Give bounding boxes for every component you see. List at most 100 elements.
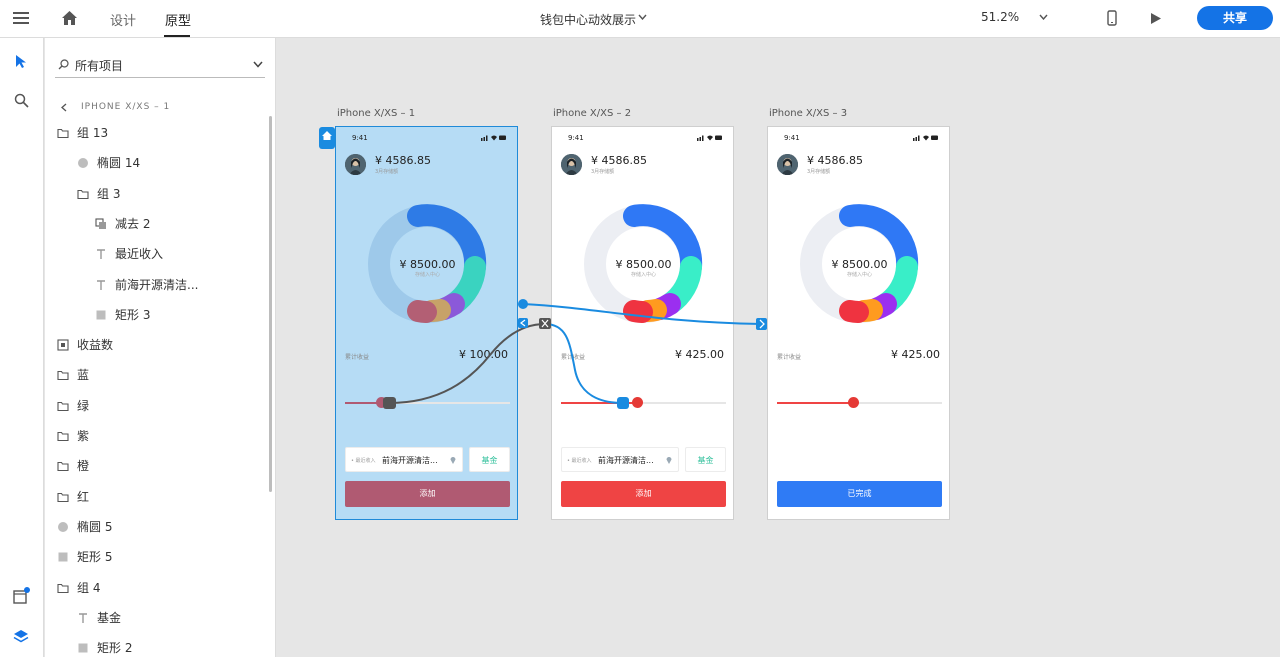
home-flag-icon xyxy=(322,131,332,140)
folder-icon xyxy=(57,128,69,139)
wire-handle-start[interactable] xyxy=(518,299,528,309)
layer-item[interactable]: 矩形 2 xyxy=(77,639,132,657)
ellipse-icon xyxy=(78,158,88,169)
slider-knob[interactable] xyxy=(376,397,387,408)
wire-handle-gray[interactable] xyxy=(539,318,551,329)
slider-knob[interactable] xyxy=(632,397,643,408)
layer-item-label: 蓝 xyxy=(77,368,90,383)
avatar[interactable] xyxy=(777,154,798,175)
recent-income-label: • 最近收入 xyxy=(567,458,592,464)
recent-income-value: 前海开源清洁... xyxy=(598,456,654,465)
primary-action-button[interactable]: 添加 xyxy=(561,481,726,507)
breadcrumb[interactable]: IPHONE X/XS – 1 xyxy=(81,102,170,112)
recent-income-field[interactable]: • 最近收入 前海开源清洁... xyxy=(345,447,463,472)
earnings-value: ¥ 425.00 xyxy=(891,348,940,361)
balance-caption: 3月存储额 xyxy=(591,169,615,175)
folder-icon xyxy=(57,431,69,442)
layer-item-label: 红 xyxy=(77,489,90,504)
fund-button[interactable]: 基金 xyxy=(685,447,726,472)
assets-panel-icon[interactable] xyxy=(13,587,31,604)
layer-item[interactable]: 基金 xyxy=(77,609,121,629)
top-bar: 设计 原型 钱包中心动效展示 51.2% 共享 xyxy=(0,0,1280,38)
layer-item[interactable]: 最近收入 xyxy=(95,245,163,265)
amount-slider[interactable] xyxy=(345,397,510,408)
center-caption: 存储入中心 xyxy=(630,272,656,278)
layer-item-label: 前海开源清洁... xyxy=(115,277,199,292)
layer-item-label: 组 13 xyxy=(77,126,109,140)
artboard-iphone-1[interactable]: 9:41 ¥ 4586.85 3月存储额 ¥ 8500.00 存储入中心 累计收益 ¥ 10… xyxy=(335,126,518,520)
home-icon[interactable] xyxy=(61,10,78,26)
status-time: 9:41 xyxy=(784,134,800,142)
back-chevron-icon[interactable] xyxy=(61,103,67,112)
home-artboard-flag[interactable] xyxy=(319,127,335,149)
wire-target-arrow[interactable] xyxy=(756,318,767,330)
artboard-iphone-2[interactable]: 9:41 ¥ 4586.85 3月存储额 ¥ 8500.00 存储入中心 累计收益 ¥ 42… xyxy=(551,126,734,520)
layer-item[interactable]: 紫 xyxy=(57,427,89,447)
layer-item[interactable]: 组 4 xyxy=(57,579,100,599)
avatar[interactable] xyxy=(561,154,582,175)
recent-income-label: • 最近收入 xyxy=(351,458,376,464)
play-preview-icon[interactable] xyxy=(1150,12,1162,25)
balance-caption: 3月存储额 xyxy=(375,169,399,175)
active-tab-indicator xyxy=(164,35,190,37)
zoom-level[interactable]: 51.2% xyxy=(981,10,1019,24)
recent-income-field[interactable]: • 最近收入 前海开源清洁... xyxy=(561,447,679,472)
filter-chevron-down-icon[interactable] xyxy=(253,61,263,68)
search-icon[interactable] xyxy=(14,93,29,108)
layer-item-label: 橙 xyxy=(77,459,90,474)
chevron-down-icon[interactable] xyxy=(638,14,647,20)
artboard-label[interactable]: iPhone X/XS – 1 xyxy=(337,108,415,119)
slider-fill xyxy=(561,402,637,404)
folder-icon xyxy=(57,583,69,593)
rectangle-icon xyxy=(96,310,106,320)
select-tool-arrow-icon[interactable] xyxy=(15,54,27,69)
subtract-icon xyxy=(95,218,106,229)
layer-item[interactable]: 红 xyxy=(57,488,89,508)
layer-filter-dropdown[interactable]: 所有项目 xyxy=(55,52,265,78)
artboard-iphone-3[interactable]: 9:41 ¥ 4586.85 3月存储额 ¥ 8500.00 存储入中心 累计收益 ¥ 42… xyxy=(767,126,950,520)
layer-item[interactable]: 橙 xyxy=(57,457,89,477)
primary-action-button[interactable]: 已完成 xyxy=(777,481,942,507)
amount-slider[interactable] xyxy=(777,397,942,408)
balance-amount: ¥ 4586.85 xyxy=(591,154,647,167)
layer-item[interactable]: 收益数 xyxy=(57,336,113,356)
text-icon xyxy=(97,249,105,260)
layer-item[interactable]: 椭圆 5 xyxy=(57,518,112,538)
earnings-value: ¥ 425.00 xyxy=(675,348,724,361)
hamburger-menu-icon[interactable] xyxy=(13,11,29,25)
layer-item[interactable]: 绿 xyxy=(57,397,89,417)
layers-scrollbar[interactable] xyxy=(269,116,272,492)
layer-item[interactable]: 椭圆 14 xyxy=(77,154,140,174)
artboard-label[interactable]: iPhone X/XS – 2 xyxy=(553,108,631,119)
status-time: 9:41 xyxy=(352,134,368,142)
layer-item-label: 椭圆 14 xyxy=(97,156,141,171)
device-preview-icon[interactable] xyxy=(1107,10,1117,26)
layer-item[interactable]: 前海开源清洁... xyxy=(95,276,198,296)
slider-knob[interactable] xyxy=(848,397,859,408)
earnings-label: 累计收益 xyxy=(777,354,802,361)
share-button[interactable]: 共享 xyxy=(1197,6,1273,30)
folder-icon xyxy=(57,371,69,381)
layers-panel-icon[interactable] xyxy=(13,629,29,644)
layer-item[interactable]: 减去 2 xyxy=(95,215,150,235)
ring-segment-red xyxy=(839,300,869,323)
document-title[interactable]: 钱包中心动效展示 xyxy=(540,11,636,28)
earnings-label: 累计收益 xyxy=(345,354,370,361)
layer-item[interactable]: 矩形 5 xyxy=(57,548,112,568)
fund-button[interactable]: 基金 xyxy=(469,447,510,472)
layer-item[interactable]: 组 13 xyxy=(57,124,108,144)
avatar[interactable] xyxy=(345,154,366,175)
artboard-label[interactable]: iPhone X/XS – 3 xyxy=(769,108,847,119)
layer-item-label: 矩形 3 xyxy=(115,307,151,322)
rectangle-icon xyxy=(78,643,88,653)
zoom-chevron-down-icon[interactable] xyxy=(1039,14,1048,20)
tab-design[interactable]: 设计 xyxy=(110,10,136,29)
amount-slider[interactable] xyxy=(561,397,726,408)
primary-action-button[interactable]: 添加 xyxy=(345,481,510,507)
layer-item[interactable]: 组 3 xyxy=(77,185,120,205)
layer-item[interactable]: 矩形 3 xyxy=(95,306,150,326)
layer-item[interactable]: 蓝 xyxy=(57,366,89,386)
wire-handle-left[interactable] xyxy=(518,318,528,328)
tab-prototype[interactable]: 原型 xyxy=(165,10,191,29)
center-value: ¥ 8500.00 xyxy=(399,258,456,271)
